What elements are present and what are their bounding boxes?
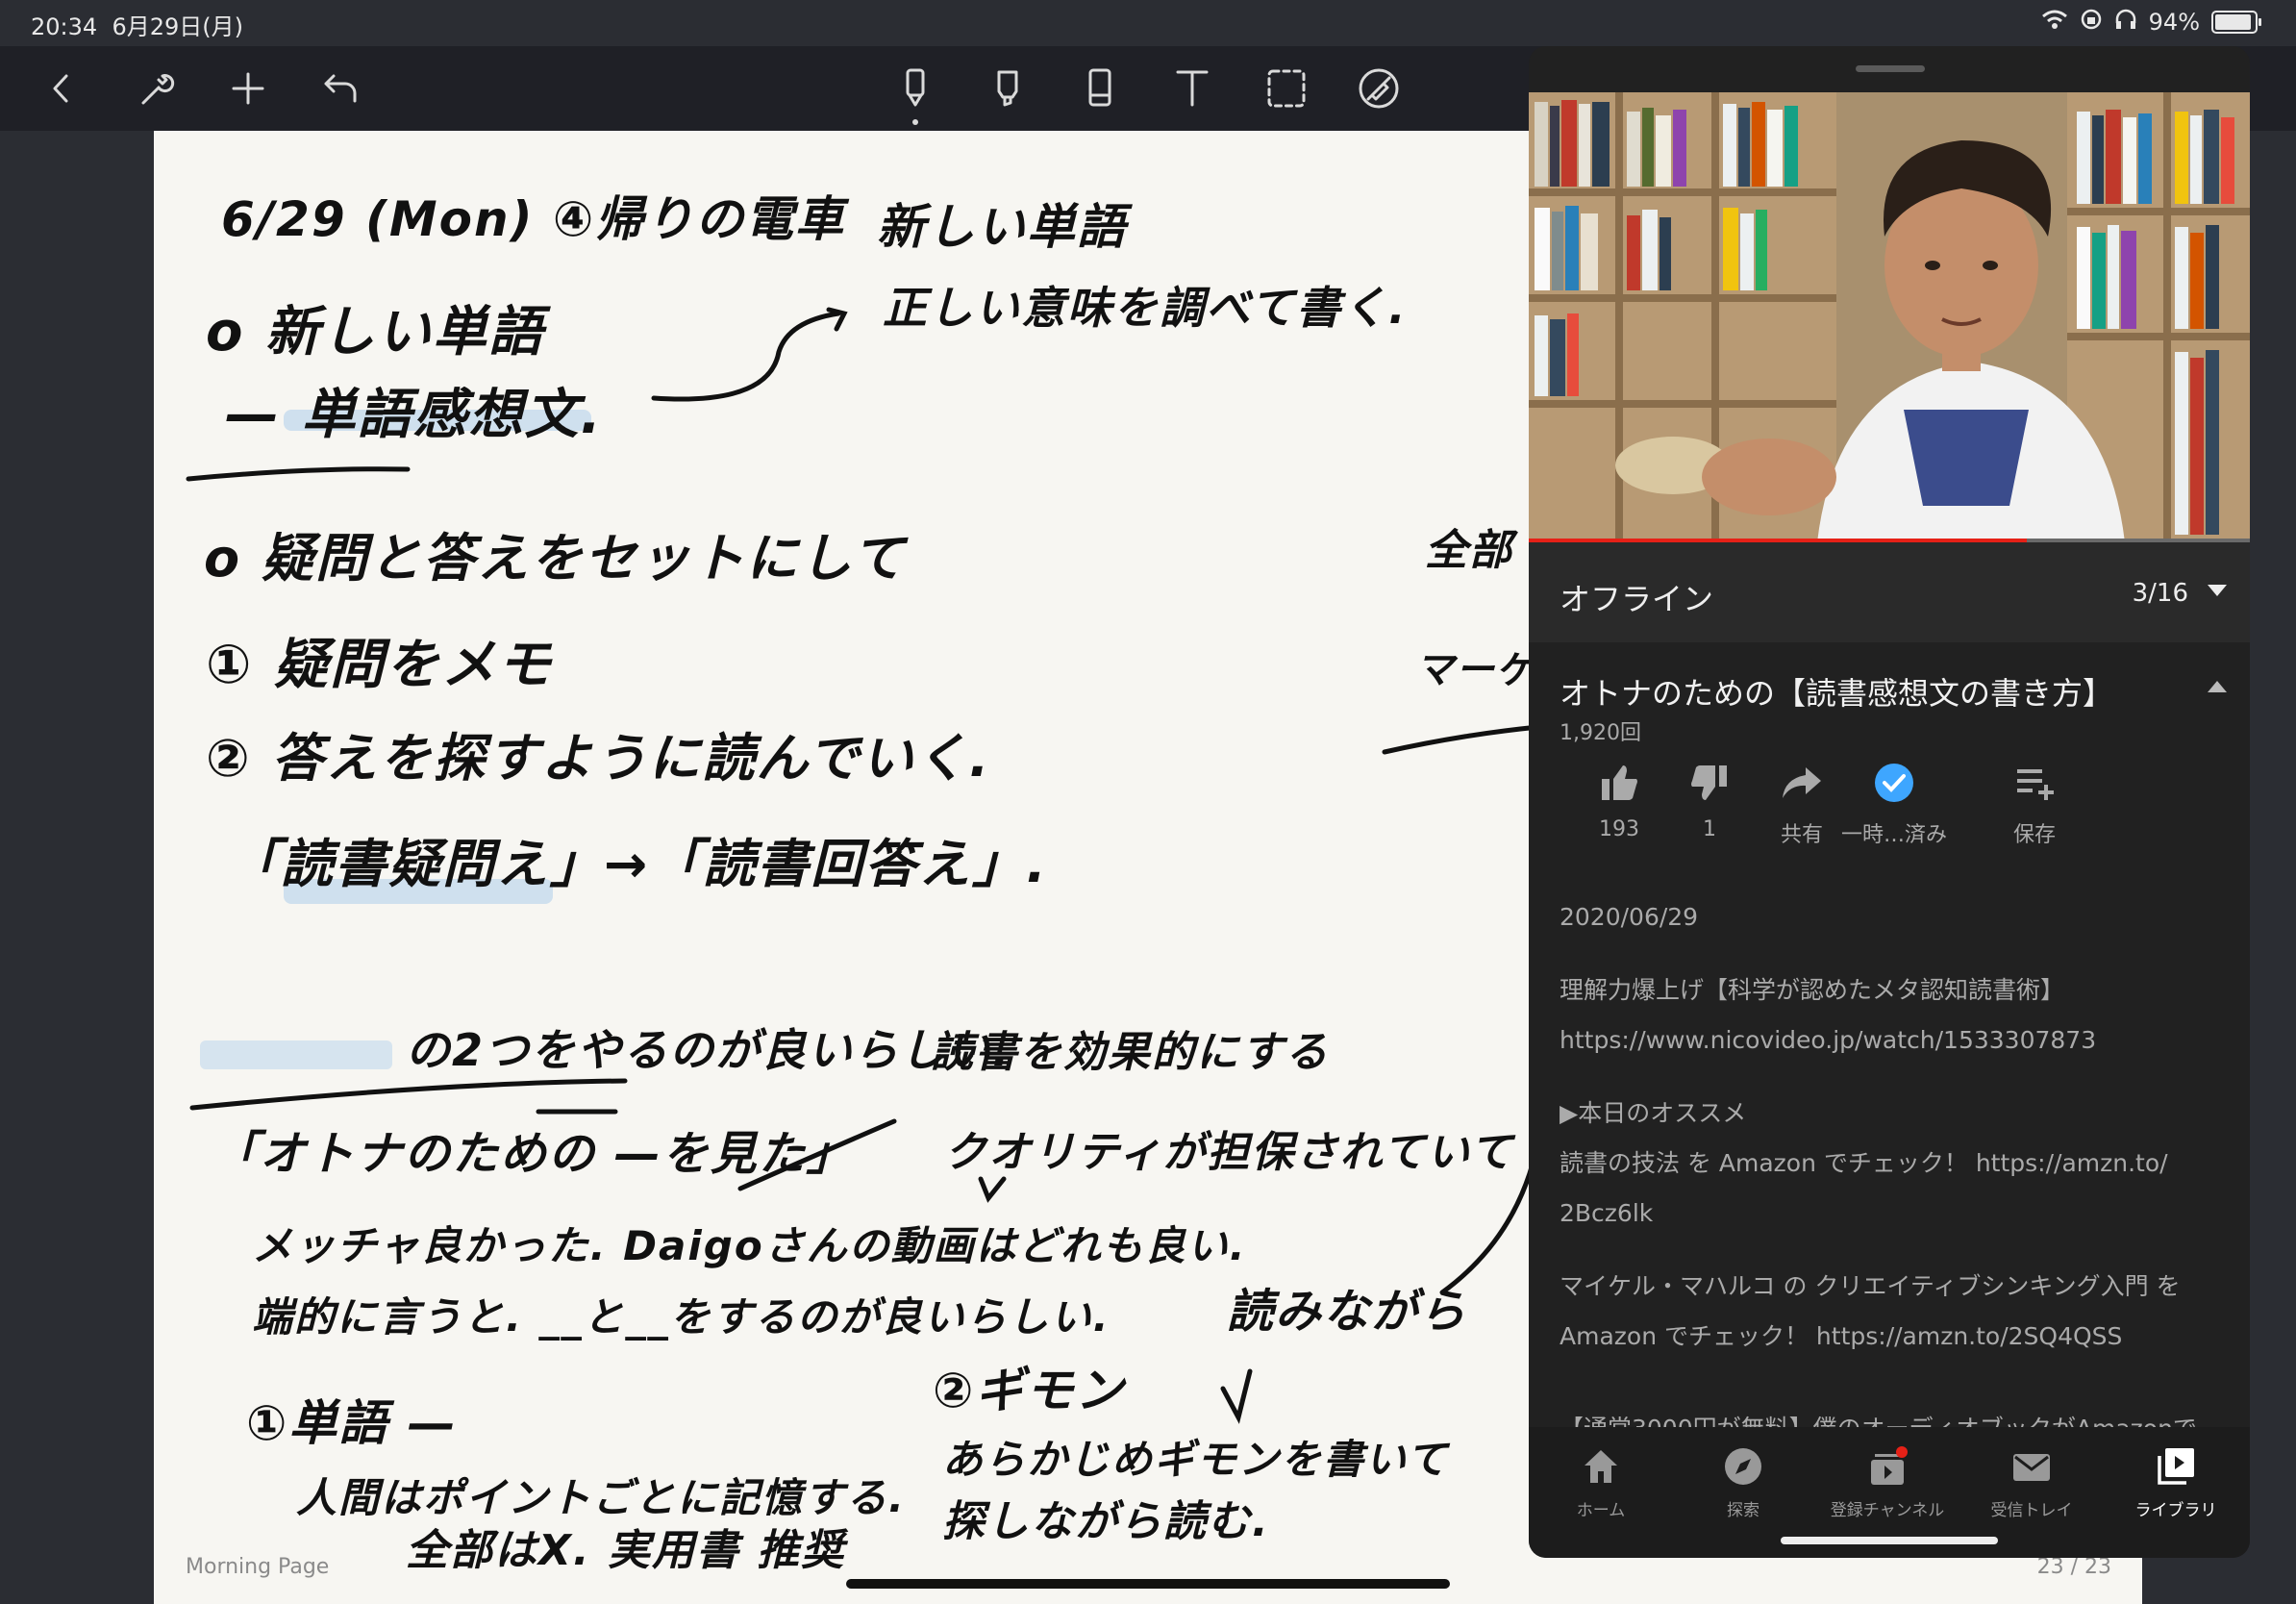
inbox-icon: [2013, 1454, 2050, 1481]
label: 受信トレイ: [1990, 1501, 2073, 1520]
highlighter-icon[interactable]: [983, 63, 1033, 113]
subscriptions-icon: [1871, 1446, 1908, 1485]
undo-icon[interactable]: [315, 63, 365, 113]
tab-subscriptions[interactable]: 登録チャンネル: [1815, 1444, 1959, 1520]
description-line: ▶本日のオススメ: [1560, 1099, 1747, 1127]
slide-over-grabber[interactable]: [1856, 65, 1925, 72]
share-icon: [1783, 767, 1821, 798]
active-tool-indicator: [912, 119, 918, 125]
pen-off-icon[interactable]: [1354, 63, 1404, 113]
status-bar: 20:34 6月29日(月) 94%: [0, 0, 2296, 46]
chevron-down-icon[interactable]: [2208, 585, 2227, 596]
battery-percent: 94%: [2148, 9, 2200, 36]
rotation-lock-icon: [2080, 8, 2103, 37]
wifi-icon: [2041, 9, 2068, 36]
text-tool-icon[interactable]: [1167, 63, 1217, 113]
headphones-icon: [2114, 8, 2137, 37]
video-description: 2020/06/29 理解力爆上げ【科学が認めたメタ認知読書術】 https:/…: [1560, 892, 2223, 1454]
library-icon: [2158, 1448, 2194, 1485]
offline-queue-header[interactable]: オフライン 3/16: [1529, 542, 2250, 642]
label: 登録チャンネル: [1830, 1501, 1945, 1520]
add-page-icon[interactable]: [223, 63, 273, 113]
video-frame: [1529, 92, 2250, 542]
back-icon[interactable]: [37, 63, 87, 113]
youtube-slide-over: オフライン 3/16 オトナのための【読書感想文の書き方】 1,920回 193…: [1529, 46, 2250, 1558]
label: 探索: [1727, 1501, 1759, 1520]
slide-over-home-indicator[interactable]: [1781, 1537, 1998, 1544]
page-counter: 23 / 23: [2036, 1555, 2111, 1579]
tab-inbox[interactable]: 受信トレイ: [1959, 1444, 2104, 1520]
eraser-icon[interactable]: [1075, 63, 1125, 113]
status-time: 20:34 6月29日(月): [31, 13, 243, 40]
tab-library[interactable]: ライブラリ: [2104, 1444, 2248, 1520]
home-indicator[interactable]: [846, 1579, 1450, 1589]
save-playlist-icon: [2017, 769, 2054, 800]
label: 一時…済み: [1840, 823, 1947, 847]
video-actions: 193 1 共有 一時…済み 保存: [1529, 760, 2250, 856]
thumbs-up-icon: [1602, 765, 1637, 800]
downloaded-check-icon: [1875, 764, 1913, 802]
queue-label: オフライン: [1560, 581, 1714, 617]
queue-count: 3/16: [2132, 579, 2188, 608]
download-button[interactable]: 一時…済み: [1827, 760, 1961, 848]
pen-icon[interactable]: [890, 63, 940, 113]
description-line: 読書の技法 を Amazon でチェック！ https://amzn.to/: [1560, 1149, 2168, 1177]
label: 保存: [2012, 823, 2056, 847]
explore-icon: [1725, 1448, 1761, 1485]
label: ライブラリ: [2134, 1501, 2217, 1520]
tab-explore[interactable]: 探索: [1671, 1444, 1815, 1520]
collapse-description-icon[interactable]: [2208, 681, 2227, 692]
wrench-icon[interactable]: [131, 63, 181, 113]
home-icon: [1585, 1450, 1617, 1483]
battery-icon: [2211, 11, 2261, 34]
description-line: 理解力爆上げ【科学が認めたメタ認知読書術】: [1560, 976, 2065, 1004]
tab-home[interactable]: ホーム: [1529, 1444, 1673, 1520]
description-line: マイケル・マハルコ の クリエイティブシンキング入門 を: [1560, 1272, 2181, 1300]
description-line: 2Bcz6lk: [1560, 1199, 1654, 1227]
description-line: Amazon でチェック！ https://amzn.to/2SQ4QSS: [1560, 1322, 2123, 1350]
view-count: 1,920回: [1560, 721, 1641, 745]
lasso-select-icon[interactable]: [1261, 63, 1311, 113]
video-title[interactable]: オトナのための【読書感想文の書き方】: [1560, 669, 2113, 714]
notebook-title: Morning Page: [186, 1555, 330, 1579]
publish-date: 2020/06/29: [1560, 903, 1699, 931]
save-button[interactable]: 保存: [1967, 760, 2102, 848]
video-player[interactable]: [1529, 92, 2250, 542]
label: ホーム: [1576, 1501, 1626, 1520]
thumbs-down-icon: [1691, 765, 1727, 800]
status-right: 94%: [2041, 8, 2261, 37]
description-link[interactable]: https://www.nicovideo.jp/watch/153330787…: [1560, 1015, 2223, 1065]
